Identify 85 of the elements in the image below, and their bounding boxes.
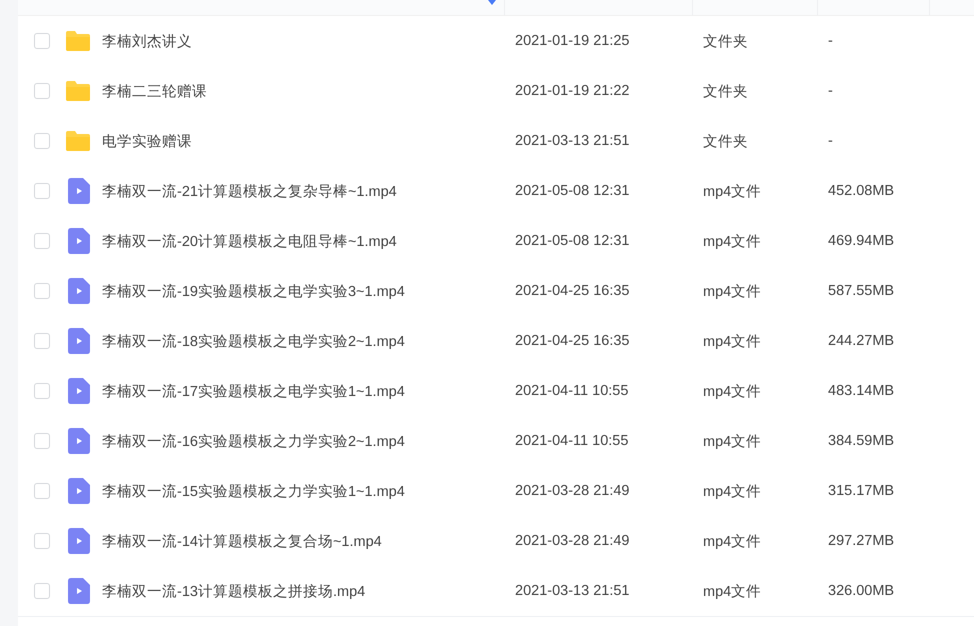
video-file-icon: [68, 578, 90, 604]
modified-time: 2021-01-19 21:25: [515, 33, 630, 49]
file-type: 文件夹: [703, 132, 748, 150]
file-name[interactable]: 李楠二三轮赠课: [102, 82, 207, 100]
modified-time: 2021-03-28 21:49: [515, 533, 630, 549]
file-size: 326.00MB: [828, 583, 894, 599]
video-file-icon: [68, 428, 90, 454]
file-name[interactable]: 李楠双一流-20计算题模板之电阻导棒~1.mp4: [102, 232, 397, 250]
file-name[interactable]: 李楠双一流-16实验题模板之力学实验2~1.mp4: [102, 432, 405, 450]
file-row[interactable]: 李楠刘杰讲义 2021-01-19 21:25 文件夹 -: [18, 16, 974, 66]
file-name[interactable]: 李楠双一流-18实验题模板之电学实验2~1.mp4: [102, 332, 405, 350]
file-type: mp4文件: [703, 432, 762, 450]
file-size: 297.27MB: [828, 533, 894, 549]
file-size: 469.94MB: [828, 233, 894, 249]
video-file-icon: [68, 528, 90, 554]
modified-time: 2021-05-08 12:31: [515, 183, 630, 199]
file-row[interactable]: 李楠双一流-17实验题模板之电学实验1~1.mp4 2021-04-11 10:55 mp4文件 483.14MB: [18, 366, 974, 416]
file-type: 文件夹: [703, 82, 748, 100]
sort-caret-icon[interactable]: [488, 0, 496, 5]
file-name[interactable]: 李楠双一流-17实验题模板之电学实验1~1.mp4: [102, 382, 405, 400]
file-type: mp4文件: [703, 182, 762, 200]
file-size: 384.59MB: [828, 433, 894, 449]
checkbox[interactable]: [34, 583, 50, 599]
file-name[interactable]: 李楠双一流-21计算题模板之复杂导棒~1.mp4: [102, 182, 397, 200]
file-type: mp4文件: [703, 582, 762, 600]
file-row[interactable]: 李楠双一流-21计算题模板之复杂导棒~1.mp4 2021-05-08 12:31 mp4文件 452.08MB: [18, 166, 974, 216]
checkbox[interactable]: [34, 283, 50, 299]
file-size: -: [828, 33, 833, 49]
file-size: 483.14MB: [828, 383, 894, 399]
file-size: 587.55MB: [828, 283, 894, 299]
modified-time: 2021-05-08 12:31: [515, 233, 630, 249]
checkbox[interactable]: [34, 383, 50, 399]
file-row[interactable]: 李楠双一流-16实验题模板之力学实验2~1.mp4 2021-04-11 10:55 mp4文件 384.59MB: [18, 416, 974, 466]
file-type: mp4文件: [703, 382, 762, 400]
video-file-icon: [68, 478, 90, 504]
modified-time: 2021-04-25 16:35: [515, 333, 630, 349]
video-file-icon: [68, 178, 90, 204]
modified-time: 2021-04-11 10:55: [515, 433, 628, 449]
modified-time: 2021-01-19 21:22: [515, 83, 630, 99]
video-file-icon: [68, 378, 90, 404]
file-type: mp4文件: [703, 482, 762, 500]
file-row[interactable]: 李楠二三轮赠课 2021-01-19 21:22 文件夹 -: [18, 66, 974, 116]
modified-time: 2021-03-13 21:51: [515, 133, 630, 149]
checkbox[interactable]: [34, 133, 50, 149]
file-size: 244.27MB: [828, 333, 894, 349]
checkbox[interactable]: [34, 83, 50, 99]
file-row[interactable]: 李楠双一流-20计算题模板之电阻导棒~1.mp4 2021-05-08 12:31 mp4文件 469.94MB: [18, 216, 974, 266]
file-row[interactable]: 李楠双一流-15实验题模板之力学实验1~1.mp4 2021-03-28 21:49 mp4文件 315.17MB: [18, 466, 974, 516]
file-name[interactable]: 李楠双一流-14计算题模板之复合场~1.mp4: [102, 532, 382, 550]
file-row[interactable]: 李楠双一流-14计算题模板之复合场~1.mp4 2021-03-28 21:49 mp4文件 297.27MB: [18, 516, 974, 566]
file-size: 315.17MB: [828, 483, 894, 499]
file-name[interactable]: 李楠双一流-13计算题模板之拼接场.mp4: [102, 582, 366, 600]
checkbox[interactable]: [34, 433, 50, 449]
file-type: mp4文件: [703, 282, 762, 300]
file-type: mp4文件: [703, 332, 762, 350]
file-row[interactable]: 李楠双一流-19实验题模板之电学实验3~1.mp4 2021-04-25 16:35 mp4文件 587.55MB: [18, 266, 974, 316]
file-row[interactable]: 李楠双一流-13计算题模板之拼接场.mp4 2021-03-13 21:51 mp4文件 326.00MB: [18, 566, 974, 616]
checkbox[interactable]: [34, 483, 50, 499]
checkbox[interactable]: [34, 533, 50, 549]
file-size: -: [828, 133, 833, 149]
file-size: -: [828, 83, 833, 99]
checkbox[interactable]: [34, 333, 50, 349]
file-type: 文件夹: [703, 32, 748, 50]
video-file-icon: [68, 278, 90, 304]
modified-time: 2021-03-13 21:51: [515, 583, 630, 599]
modified-time: 2021-04-25 16:35: [515, 283, 630, 299]
file-row[interactable]: 电学实验赠课 2021-03-13 21:51 文件夹 -: [18, 116, 974, 166]
file-type: mp4文件: [703, 232, 762, 250]
video-file-icon: [68, 228, 90, 254]
file-row[interactable]: 李楠双一流-18实验题模板之电学实验2~1.mp4 2021-04-25 16:35 mp4文件 244.27MB: [18, 316, 974, 366]
file-name[interactable]: 李楠刘杰讲义: [102, 32, 192, 50]
video-file-icon: [68, 328, 90, 354]
checkbox[interactable]: [34, 233, 50, 249]
file-type: mp4文件: [703, 532, 762, 550]
checkbox[interactable]: [34, 33, 50, 49]
modified-time: 2021-04-11 10:55: [515, 383, 628, 399]
folder-icon: [65, 30, 91, 52]
file-size: 452.08MB: [828, 183, 894, 199]
file-name[interactable]: 李楠双一流-15实验题模板之力学实验1~1.mp4: [102, 482, 405, 500]
file-name[interactable]: 电学实验赠课: [102, 132, 192, 150]
checkbox[interactable]: [34, 183, 50, 199]
folder-icon: [65, 80, 91, 102]
folder-icon: [65, 130, 91, 152]
modified-time: 2021-03-28 21:49: [515, 483, 630, 499]
file-name[interactable]: 李楠双一流-19实验题模板之电学实验3~1.mp4: [102, 282, 405, 300]
